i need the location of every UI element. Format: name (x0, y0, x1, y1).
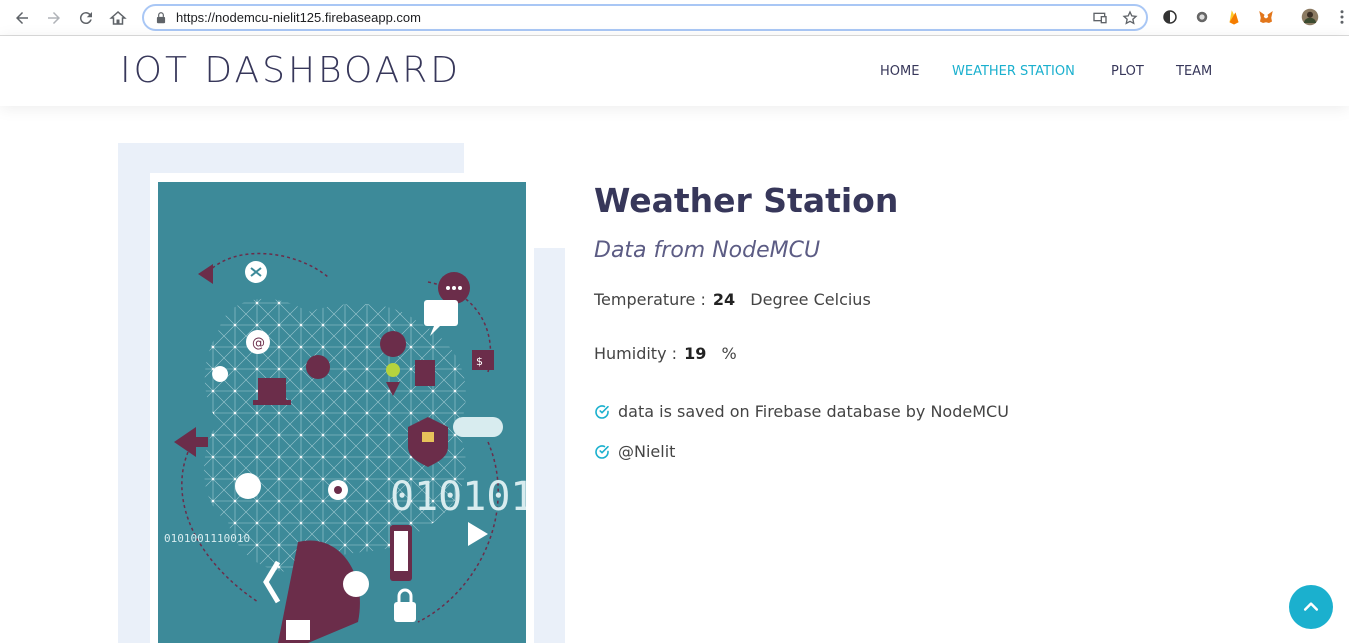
back-icon[interactable] (10, 6, 34, 30)
temperature-reading: Temperature : 24 Degree Celcius (594, 290, 871, 309)
menu-icon[interactable] (1332, 7, 1349, 27)
check-text: @Nielit (618, 442, 676, 461)
check-circle-icon (595, 444, 609, 459)
forward-icon[interactable] (42, 6, 66, 30)
lock-icon (156, 11, 166, 23)
humidity-label: Humidity : (594, 344, 678, 363)
star-icon[interactable] (1122, 10, 1138, 26)
temperature-label: Temperature : (594, 290, 706, 309)
cast-icon[interactable] (1092, 10, 1108, 26)
chevron-up-icon (1303, 602, 1319, 611)
site-logo[interactable]: IOT DASHBOARD (120, 50, 461, 91)
nav-plot[interactable]: PLOT (1111, 64, 1144, 79)
page-title: Weather Station (594, 181, 899, 220)
back-to-top-button[interactable] (1289, 585, 1333, 629)
svg-text:$: $ (476, 355, 483, 368)
site-header: IOT DASHBOARD HOME WEATHER STATION PLOT … (0, 36, 1349, 106)
nav-home[interactable]: HOME (880, 64, 919, 79)
profile-avatar[interactable] (1300, 7, 1320, 27)
nav-team[interactable]: TEAM (1176, 64, 1212, 79)
humidity-value: 19 (684, 344, 707, 363)
humidity-unit: % (721, 344, 737, 363)
metamask-extension-icon[interactable] (1256, 7, 1276, 27)
check-list-item: data is saved on Firebase database by No… (594, 402, 1009, 421)
temperature-unit: Degree Celcius (750, 290, 871, 309)
iot-illustration: @ $ 0101010 0101001110010 (158, 182, 526, 643)
nav-weather-station[interactable]: WEATHER STATION (952, 64, 1075, 79)
url-text: https://nodemcu-nielit125.firebaseapp.co… (176, 10, 421, 25)
address-bar[interactable]: https://nodemcu-nielit125.firebaseapp.co… (142, 4, 1148, 31)
firebase-extension-icon[interactable] (1224, 7, 1244, 27)
extension-circle-icon[interactable] (1192, 7, 1212, 27)
browser-toolbar: https://nodemcu-nielit125.firebaseapp.co… (0, 0, 1349, 36)
decor-block-right (534, 248, 565, 643)
temperature-value: 24 (712, 290, 736, 309)
svg-text:@: @ (252, 336, 265, 351)
dark-mode-extension-icon[interactable] (1160, 7, 1180, 27)
check-circle-icon (595, 404, 609, 419)
svg-text:0101001110010: 0101001110010 (164, 532, 250, 545)
binary-text: 0101010 (390, 474, 526, 520)
check-list-item: @Nielit (594, 442, 675, 461)
humidity-reading: Humidity : 19 % (594, 344, 737, 363)
page-subtitle: Data from NodeMCU (594, 238, 821, 263)
reload-icon[interactable] (74, 6, 98, 30)
home-icon[interactable] (106, 6, 130, 30)
check-text: data is saved on Firebase database by No… (618, 402, 1009, 421)
